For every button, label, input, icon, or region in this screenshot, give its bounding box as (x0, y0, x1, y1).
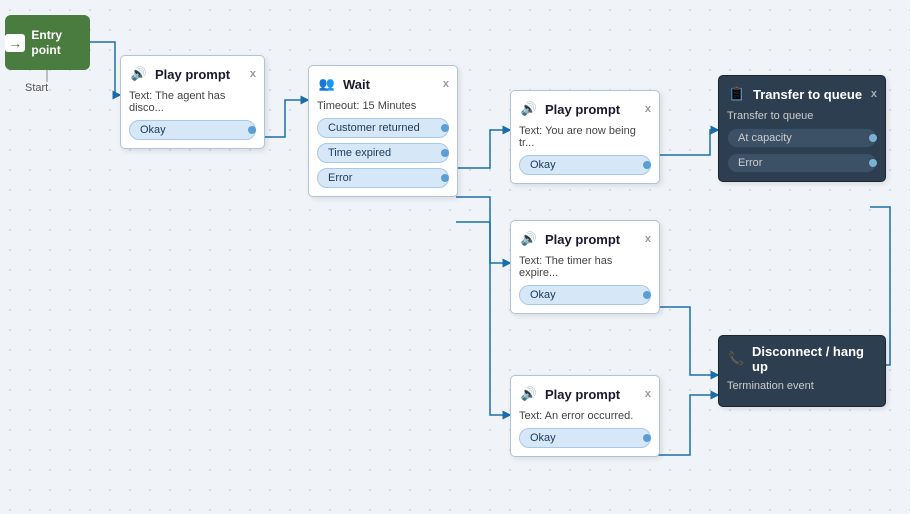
entry-point-label: Entry point (31, 28, 90, 57)
transfer-to-queue-card: Transfer to queue x Transfer to queue At… (718, 75, 886, 182)
play-prompt-4-title: Play prompt (545, 387, 620, 402)
entry-point-icon: → (5, 34, 25, 52)
play-prompt-4-card: Play prompt x Text: An error occurred. O… (510, 375, 660, 457)
play-prompt-2-okay[interactable]: Okay (519, 155, 651, 175)
close-play-prompt-2[interactable]: x (645, 103, 651, 115)
sound-icon-1 (129, 64, 149, 84)
disconnect-card: Disconnect / hang up Termination event (718, 335, 886, 407)
play-prompt-1-card: Play prompt x Text: The agent has disco.… (120, 55, 265, 149)
disconnect-body: Termination event (727, 380, 877, 392)
close-play-prompt-4[interactable]: x (645, 388, 651, 400)
transfer-error[interactable]: Error (727, 153, 877, 173)
wait-customer-returned[interactable]: Customer returned (317, 118, 449, 138)
close-wait[interactable]: x (443, 78, 449, 90)
play-prompt-3-okay[interactable]: Okay (519, 285, 651, 305)
play-prompt-1-title: Play prompt (155, 67, 230, 82)
play-prompt-3-body: Text: The timer has expire... (519, 255, 651, 279)
disconnect-title: Disconnect / hang up (752, 344, 877, 374)
play-prompt-1-okay[interactable]: Okay (129, 120, 256, 140)
close-play-prompt-1[interactable]: x (250, 68, 256, 80)
play-prompt-4-okay[interactable]: Okay (519, 428, 651, 448)
transfer-icon (727, 84, 747, 104)
wait-title: Wait (343, 77, 370, 92)
close-transfer[interactable]: x (871, 88, 877, 100)
wait-icon (317, 74, 337, 94)
sound-icon-2 (519, 99, 539, 119)
wait-time-expired[interactable]: Time expired (317, 143, 449, 163)
sound-icon-3 (519, 229, 539, 249)
entry-point-node[interactable]: → Entry point (5, 15, 90, 70)
play-prompt-2-card: Play prompt x Text: You are now being tr… (510, 90, 660, 184)
start-label: Start (25, 82, 48, 94)
transfer-body: Transfer to queue (727, 110, 877, 122)
play-prompt-2-title: Play prompt (545, 102, 620, 117)
play-prompt-3-title: Play prompt (545, 232, 620, 247)
disconnect-icon (727, 349, 746, 369)
transfer-at-capacity[interactable]: At capacity (727, 128, 877, 148)
wait-body: Timeout: 15 Minutes (317, 100, 449, 112)
play-prompt-2-body: Text: You are now being tr... (519, 125, 651, 149)
play-prompt-3-card: Play prompt x Text: The timer has expire… (510, 220, 660, 314)
wait-card: Wait x Timeout: 15 Minutes Customer retu… (308, 65, 458, 197)
sound-icon-4 (519, 384, 539, 404)
transfer-title: Transfer to queue (753, 87, 862, 102)
play-prompt-1-body: Text: The agent has disco... (129, 90, 256, 114)
wait-error[interactable]: Error (317, 168, 449, 188)
close-play-prompt-3[interactable]: x (645, 233, 651, 245)
play-prompt-4-body: Text: An error occurred. (519, 410, 651, 422)
